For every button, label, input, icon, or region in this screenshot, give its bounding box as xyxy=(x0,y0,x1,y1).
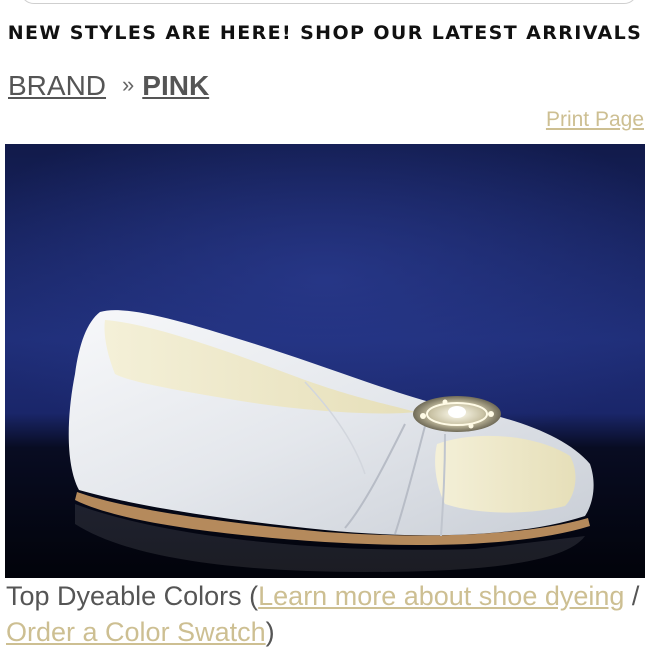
link-divider: / xyxy=(624,581,640,611)
dyeable-colors-heading: Top Dyeable Colors xyxy=(6,581,242,611)
breadcrumb-brand-link[interactable]: BRAND xyxy=(8,70,106,101)
dyeable-colors-caption: Top Dyeable Colors (Learn more about sho… xyxy=(6,578,642,650)
breadcrumb-pink-link[interactable]: PINK xyxy=(142,70,209,101)
order-color-swatch-link[interactable]: Order a Color Swatch xyxy=(6,617,266,647)
learn-shoe-dyeing-link[interactable]: Learn more about shoe dyeing xyxy=(258,581,624,611)
search-bar[interactable] xyxy=(20,0,638,4)
close-paren: ) xyxy=(265,617,275,647)
open-paren: ( xyxy=(249,581,259,611)
promo-banner[interactable]: NEW STYLES ARE HERE! SHOP OUR LATEST ARR… xyxy=(0,22,650,44)
print-page-link[interactable]: Print Page xyxy=(546,108,644,132)
product-image xyxy=(5,144,645,578)
breadcrumb-separator: » xyxy=(122,72,135,97)
breadcrumb: BRAND » PINK xyxy=(8,70,209,102)
